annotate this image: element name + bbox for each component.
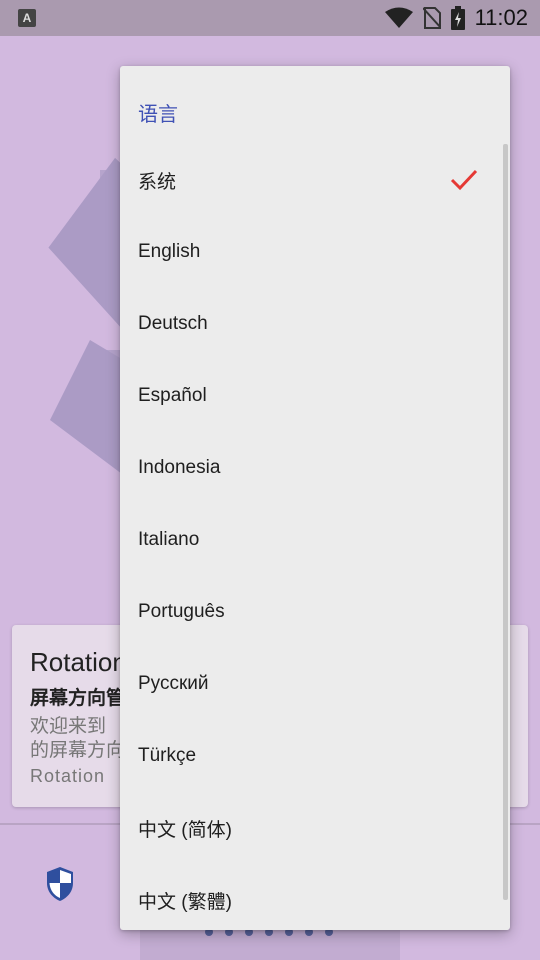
menu-item-label: Türkçe [138,745,197,766]
menu-item-language[interactable]: 系统 [120,144,500,216]
card-footer: Rotation [30,766,106,786]
menu-item-language[interactable]: Indonesia [120,432,500,504]
checkmark-icon [450,169,478,191]
card-subtitle: 屏幕方向管 [30,688,126,709]
wifi-icon [384,7,413,28]
card-body-line2: 的屏幕方向 [30,740,126,761]
card-body-line1: 欢迎来到 [30,716,107,737]
menu-scrollbar[interactable] [503,144,508,900]
menu-item-language[interactable]: 中文 (繁體) [120,864,500,930]
notification-badge: A [18,9,36,27]
card-body: 欢迎来到 的屏幕方向 [30,715,125,763]
clock: 11:02 [474,5,528,30]
menu-item-label: 系统 [138,171,177,193]
no-sim-icon [422,7,441,29]
menu-item-label: Русский [138,673,209,694]
menu-item-language[interactable]: Русский [120,648,500,720]
menu-item-label: 中文 (繁體) [138,891,232,913]
status-bar: A 11:02 [0,0,540,36]
menu-item-label: Deutsch [138,313,208,334]
menu-item-language[interactable]: Português [120,576,500,648]
card-title: Rotation [30,647,127,677]
menu-item-label: Indonesia [138,457,221,478]
menu-item-label: Italiano [138,529,200,550]
menu-item-label: Español [138,385,207,406]
menu-item-label: Português [138,601,225,622]
menu-item-label: English [138,241,201,262]
menu-item-language[interactable]: English [120,216,500,288]
menu-item-language[interactable]: Deutsch [120,288,500,360]
menu-item-language[interactable]: Türkçe [120,720,500,792]
menu-item-label: 中文 (简体) [138,819,232,841]
menu-item-language[interactable]: Español [120,360,500,432]
menu-title: 语言 [138,104,178,126]
menu-item-language[interactable]: Italiano [120,504,500,576]
menu-item-language[interactable]: 中文 (简体) [120,792,500,864]
language-menu: 语言 系统 English Deutsch Español Indonesia Itali… [120,66,510,930]
battery-charging-icon [450,6,465,30]
shield-icon[interactable] [45,866,75,902]
